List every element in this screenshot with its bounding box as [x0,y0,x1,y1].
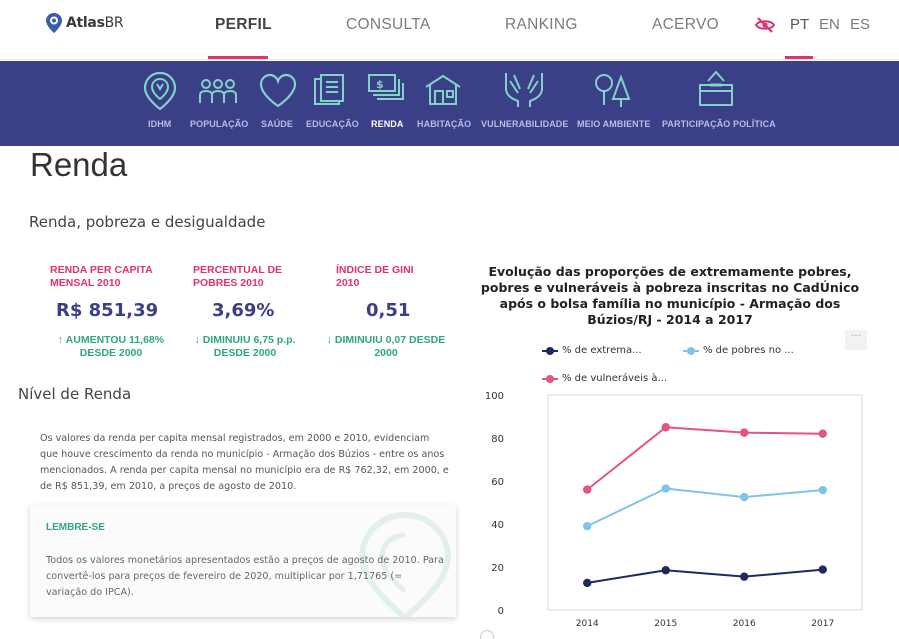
data-point-1-2 [740,492,749,502]
y-tick-label: 80 [491,434,504,445]
category-bar: IDHM POPULAÇÃO SAÚDE EDUCAÇÃO $ RENDA HA… [0,61,899,146]
y-tick-label: 20 [491,563,504,574]
nav-active-underline [208,56,268,59]
kpi-change: ↑ AUMENTOU 11,68% DESDE 2000 [57,334,165,359]
book-icon [314,74,344,105]
reminder-text: Todos os valores monetários apresentados… [46,555,444,598]
logo-text: AtlasBR [66,15,124,31]
line-chart: 0 20 40 60 80 100 2014 2015 2016 2017 [485,391,863,629]
series-line-0 [587,568,823,584]
category-meio-ambiente[interactable]: MEIO AMBIENTE [576,61,650,146]
nivel-renda-title: Nível de Renda [18,385,132,403]
nivel-renda-text: Os valores da renda per capita mensal re… [40,433,449,492]
category-participacao-politica[interactable]: PARTICIPAÇÃO POLÍTICA [660,61,776,146]
legend-label: % de pobres no ... [703,345,794,356]
category-renda[interactable]: $ RENDA [367,61,407,146]
accessibility-eye-icon[interactable] [755,17,775,33]
kpi-change: ↓ DIMINUIU 0,07 DESDE 2000 [326,334,446,359]
category-label: EDUCAÇÃO [306,119,359,129]
map-pin-icon [46,13,62,33]
lang-es[interactable]: ES [850,16,870,33]
kpi-renda-per-capita: RENDA PER CAPITA MENSAL 2010 R$ 851,39 ↑… [50,264,190,360]
legend-marker [542,346,558,355]
y-tick-label: 60 [491,477,504,488]
legend-marker [683,346,699,355]
kpi-label: RENDA PER CAPITA MENSAL 2010 [50,264,153,289]
category-label: VULNERABILIDADE [481,119,569,129]
svg-text:$: $ [376,78,384,91]
nav-perfil[interactable]: PERFIL [215,16,272,34]
lang-pt[interactable]: PT [790,16,809,33]
kpi-label: ÍNDICE DE GINI 2010 [336,264,414,289]
series-line-2 [586,426,823,491]
category-label: PARTICIPAÇÃO POLÍTICA [662,119,776,129]
data-point-0-1 [661,566,670,575]
x-tick-label: 2016 [733,619,756,629]
legend-item-extrema[interactable]: % de extrema... [542,345,642,356]
section-title: Renda, pobreza e desigualdade [29,213,266,231]
population-icon [199,79,237,103]
hands-icon [505,73,543,107]
kpi-label: PERCENTUAL DE POBRES 2010 [193,264,283,289]
lang-active-underline [785,56,813,59]
money-icon: $ [368,74,404,100]
category-habitacao[interactable]: HABITAÇÃO [415,61,471,146]
kpi-change: ↓ DIMINUIU 6,75 p.p. DESDE 2000 [194,334,296,359]
category-populacao[interactable]: POPULAÇÃO [190,61,249,146]
top-navigation: AtlasBR PERFIL CONSULTA RANKING ACERVO P… [0,0,899,60]
x-tick-label: 2017 [811,619,834,629]
category-label: HABITAÇÃO [417,119,472,129]
category-idhm[interactable]: IDHM [140,61,180,146]
category-label: RENDA [371,119,404,129]
y-tick-label: 0 [498,606,504,617]
category-label: MEIO AMBIENTE [577,119,651,129]
data-point-1-3 [818,485,827,495]
trees-icon [595,74,631,107]
nav-consulta[interactable]: CONSULTA [346,16,431,34]
category-saude[interactable]: SAÚDE [258,61,298,146]
house-icon [425,74,461,105]
legend-item-pobres[interactable]: % de pobres no ... [683,345,794,356]
data-point-2-3 [818,429,827,438]
kpi-indice-gini: ÍNDICE DE GINI 2010 0,51 ↓ DIMINUIU 0,07… [327,264,476,360]
nav-ranking[interactable]: RANKING [505,16,578,34]
nav-acervo[interactable]: ACERVO [652,16,719,34]
kpi-percentual-pobres: PERCENTUAL DE POBRES 2010 3,69% ↓ DIMINU… [193,264,333,360]
data-point-0-0 [583,578,592,588]
category-label: SAÚDE [261,119,294,129]
scroll-indicator [480,630,494,639]
idhm-icon [143,71,177,111]
kpi-value: R$ 851,39 [56,300,159,321]
heart-icon [259,73,297,108]
reminder-box: LEMBRE-SE Todos os valores monetários ap… [30,505,456,617]
data-point-1-0 [583,521,592,531]
page-title: Renda [30,146,128,183]
kpi-value: 3,69% [212,300,275,321]
reminder-title: LEMBRE-SE [46,522,105,533]
y-tick-label: 100 [485,391,504,402]
x-tick-label: 2014 [576,619,599,629]
kpi-value: 0,51 [366,300,411,321]
y-tick-label: 40 [491,520,504,531]
plot-area-frame [547,394,863,611]
data-point-2-0 [583,485,592,494]
data-point-2-2 [740,428,749,437]
chart-menu-button[interactable]: ··· [845,330,867,350]
chart-title: Evolução das proporções de extremamente … [480,264,860,327]
data-point-1-1 [661,484,670,493]
data-point-0-2 [740,572,749,581]
category-vulnerabilidade[interactable]: VULNERABILIDADE [480,61,568,146]
lang-en[interactable]: EN [819,16,840,33]
series-line-1 [586,487,823,528]
category-label: POPULAÇÃO [190,119,249,129]
atlasbr-logo[interactable]: AtlasBR [46,13,124,33]
ballot-box-icon [699,70,733,106]
x-tick-label: 2015 [654,619,677,629]
legend-label: % de extrema... [562,345,642,356]
data-point-0-3 [818,565,827,574]
data-point-2-1 [661,423,670,432]
category-label: IDHM [148,119,172,129]
category-educacao[interactable]: EDUCAÇÃO [305,61,359,146]
